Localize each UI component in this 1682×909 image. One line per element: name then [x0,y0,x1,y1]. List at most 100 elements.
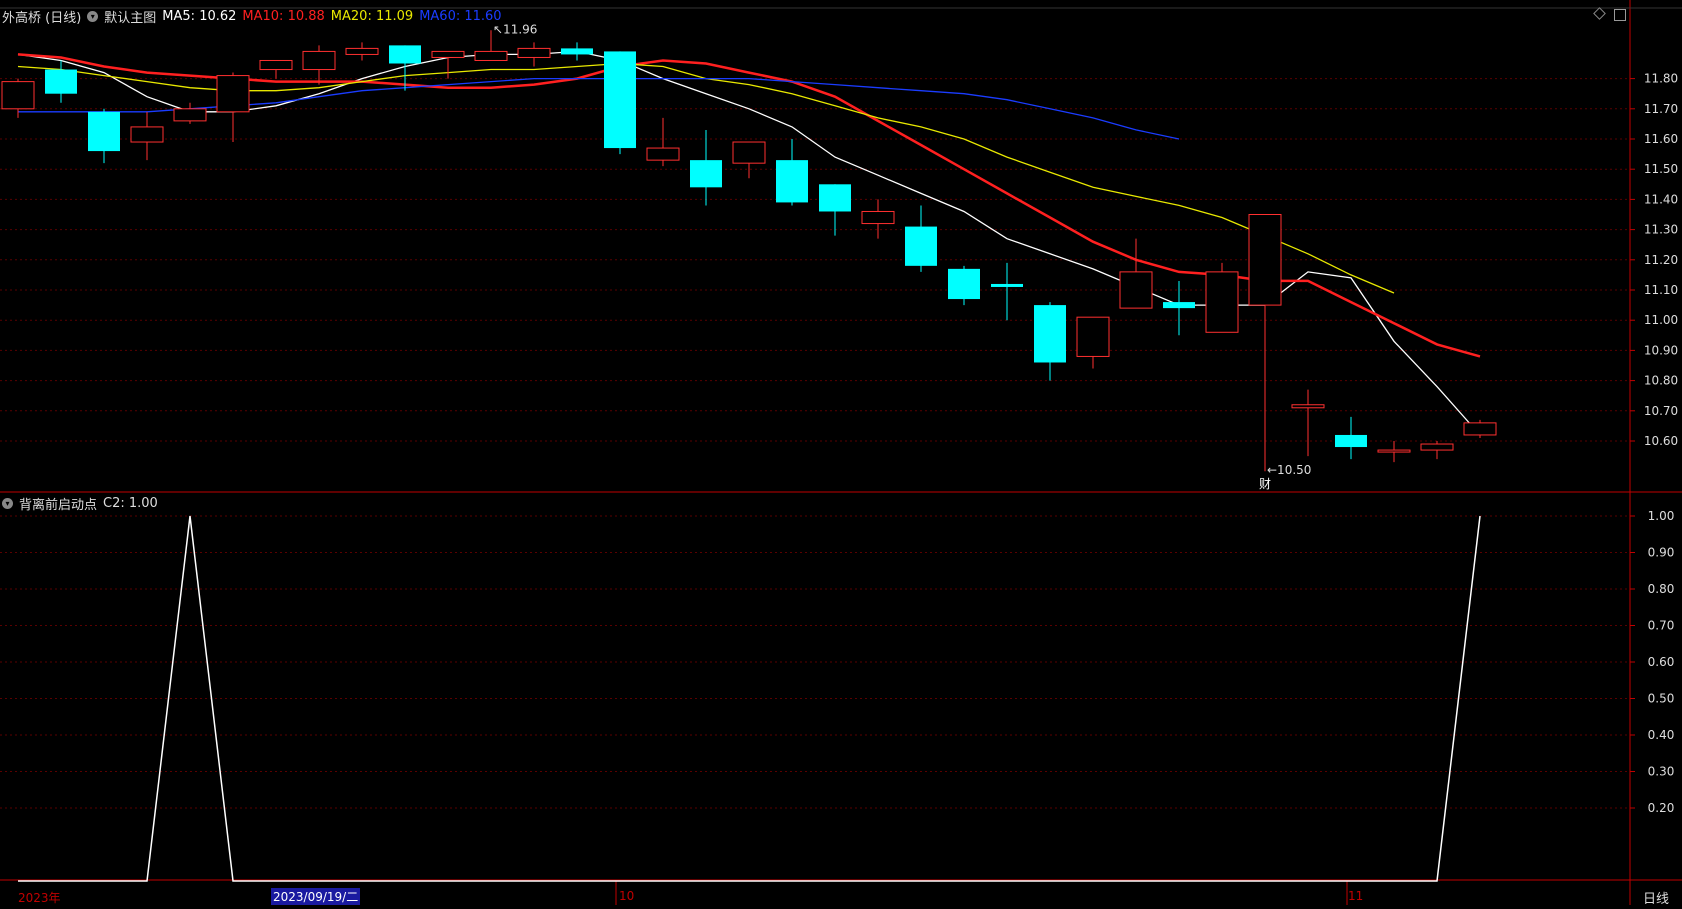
candle [819,184,851,236]
candle-body [517,47,551,58]
price-tick-label: 11.40 [1644,192,1678,206]
price-tick-label: 10.80 [1644,374,1678,388]
price-tick-label: 11.70 [1644,102,1678,116]
candle-body [431,50,465,58]
candle [646,117,680,167]
month-nov-label: 11 [1348,889,1364,903]
candle-body [991,283,1023,287]
ma10-value: MA10: 10.88 [242,9,325,24]
candle-body [1420,443,1454,451]
candle [991,262,1023,321]
cursor-date: 2023/09/19/二 [271,888,361,905]
candle-body [389,45,421,64]
period-label[interactable]: 日线 [1643,888,1669,907]
candle-body [216,75,250,113]
stock-title[interactable]: 外高桥 (日线) [2,7,81,26]
sub-tick-label: 0.90 [1648,546,1675,560]
ma20-value: MA20: 11.09 [330,9,414,24]
candle-body [173,108,207,122]
candle-body [861,210,895,225]
candle-body [259,59,293,71]
candle-body [1,81,35,110]
main-panel-header: 外高桥 (日线) ▾ 默认主图 MA5: 10.62 MA10: 10.88 M… [2,7,502,26]
candle [1291,389,1325,457]
candle-body [45,69,77,94]
year-label: 2023年 [18,891,61,905]
candle [173,102,207,124]
candle-body [1291,404,1325,409]
finance-event-marker: 财 [1259,477,1271,491]
candle [216,72,250,143]
candle [1248,214,1282,472]
candle [1163,280,1195,336]
price-tick-label: 10.60 [1644,434,1678,448]
candle [1377,441,1411,463]
candle [604,51,636,155]
candle [88,108,120,164]
candle [1335,416,1367,460]
candle-body [345,47,379,55]
candle [259,59,293,79]
candle-body [1205,271,1239,333]
sub-tick-label: 0.80 [1648,582,1675,596]
candle [690,129,722,206]
candle [431,50,465,79]
candle-body [1248,214,1282,306]
chart-window: ↖11.96 ←10.50 财 11.80 11.70 11.60 11.50 11.40 1… [0,0,1682,907]
sub-tick-label: 0.40 [1648,728,1675,742]
sub-panel-header: ▾ 背离前启动点 C2: 1.00 [2,494,158,513]
candle-body [1076,316,1110,357]
ma5-value: MA5: 10.62 [162,9,237,24]
candle-body [1034,305,1066,363]
candle [905,205,937,272]
candle-body [88,111,120,152]
price-tick-label: 10.70 [1644,404,1678,418]
price-tick-label: 11.30 [1644,223,1678,237]
candle [517,42,551,67]
candle-body [646,147,680,161]
ma60-value: MA60: 11.60 [419,9,502,24]
candle-body [905,226,937,266]
candle-body [1377,449,1411,453]
candle [561,42,593,61]
template-label[interactable]: 默认主图 [104,7,156,26]
candle-body [1163,302,1195,309]
candle [776,139,808,206]
sub-tick-label: 0.70 [1648,619,1675,633]
candle [345,42,379,61]
sub-tick-label: 0.20 [1648,801,1675,815]
candle-body [604,51,636,149]
indicator-name[interactable]: 背离前启动点 [19,494,97,513]
dropdown-circle-icon[interactable]: ▾ [87,11,99,22]
candle [948,265,980,306]
candle-body [302,50,336,71]
candle-body [948,268,980,300]
candle [1034,302,1066,381]
candle-body [819,184,851,212]
candle [1119,238,1153,309]
c2-value: C2: 1.00 [103,496,158,511]
price-tick-label: 11.60 [1644,132,1678,146]
candle [45,60,77,103]
candle-body [776,160,808,203]
sub-tick-label: 0.30 [1648,765,1675,779]
candle [732,141,766,179]
candle-body [690,160,722,188]
candle-body [732,141,766,164]
price-tick-label: 11.50 [1644,162,1678,176]
candle [130,111,164,161]
panel-toggle-icon[interactable] [1614,9,1626,21]
price-tick-label: 10.90 [1644,343,1678,357]
price-tick-label: 11.10 [1644,283,1678,297]
candle-body [474,50,508,61]
chart-canvas[interactable]: ↖11.96←10.50财 11.8011.7011.6011.5011.401… [0,0,1682,905]
candle [1205,262,1239,333]
sub-tick-label: 0.60 [1648,655,1675,669]
candle [1076,316,1110,369]
dropdown-circle-icon[interactable]: ▾ [2,498,13,509]
sub-tick-label: 0.50 [1648,692,1675,706]
candle-body [1335,434,1367,448]
price-tick-label: 11.20 [1644,253,1678,267]
month-oct-label: 10 [619,889,635,903]
candle-body [1119,271,1153,309]
